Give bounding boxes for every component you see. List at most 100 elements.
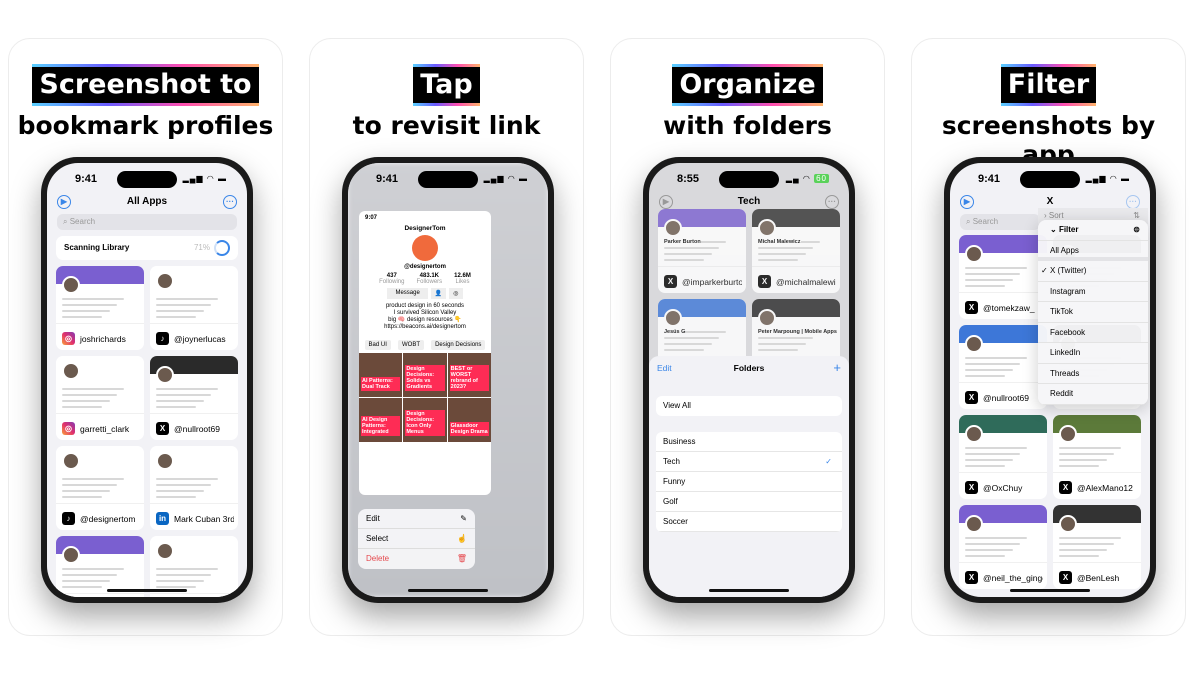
text-line <box>156 496 197 498</box>
edit-button[interactable]: Edit <box>657 356 672 380</box>
screenshot-card[interactable]: ◎ garretti_clark <box>56 356 144 440</box>
text-line <box>62 496 103 498</box>
screenshot-card[interactable] <box>150 536 238 597</box>
screenshot-card[interactable]: X @OxChuy <box>959 415 1047 499</box>
text-line <box>965 375 1006 377</box>
filter-option-label: TikTok <box>1050 307 1073 316</box>
filter-option[interactable]: ✓ X (Twitter) <box>1038 261 1148 282</box>
screenshot-preview[interactable]: 9:07 DesignerTom @designertom 437 Followi… <box>359 211 491 495</box>
screenshot-card[interactable]: in Mark Cuban 3rd <box>150 446 238 530</box>
avatar <box>62 452 80 470</box>
screenshot-card[interactable]: X @AlexMano12 <box>1053 415 1141 499</box>
menu-item-edit[interactable]: Edit ✎ <box>358 509 475 529</box>
progress-ring <box>214 240 230 256</box>
text-line <box>62 478 124 480</box>
handle: @tomekzaw_ <box>983 302 1035 313</box>
text-line <box>758 253 806 255</box>
folder-item[interactable]: Business <box>656 432 842 452</box>
bio-line: product design in 60 seconds <box>385 303 465 309</box>
filter-option[interactable]: Threads <box>1038 364 1148 384</box>
text-line <box>965 267 1027 269</box>
filter-option[interactable]: Reddit <box>1038 384 1148 405</box>
filter-option[interactable]: LinkedIn <box>1038 343 1148 364</box>
panel-folders: Organize with folders 8:55 ▂▄ ◠ 60 ▶ Tech… <box>610 38 885 636</box>
menu-item-delete[interactable]: Delete 🗑 <box>358 549 475 569</box>
status-time: 9:41 <box>978 173 1001 185</box>
filter-option[interactable]: Facebook <box>1038 323 1148 343</box>
screenshot-grid: ◎ joshrichards ♪ @joynerlucas ◎ garretti_clar… <box>56 266 238 597</box>
folder-item[interactable]: Funny <box>656 472 842 492</box>
filter-option[interactable]: Instagram <box>1038 282 1148 302</box>
video-thumbnail[interactable]: Design Decisions: Icon Only Menus <box>403 398 447 442</box>
handle: @AlexMano12 <box>1077 482 1133 493</box>
x-icon: X <box>156 422 169 435</box>
video-thumbnail[interactable]: Design Decisions: Solids vs Gradients <box>403 353 447 397</box>
more-icon[interactable]: ··· <box>825 195 839 209</box>
filter-header[interactable]: ⌄ Filter ⊜ <box>1038 220 1148 241</box>
view-all-button[interactable]: View All <box>656 396 842 416</box>
handle: @BenLesh <box>1077 572 1120 583</box>
x-icon: X <box>758 275 771 288</box>
status-icons: ▂▄▆ ◠ ▬ <box>182 174 227 183</box>
screenshot-card[interactable]: X @nullroot69 <box>150 356 238 440</box>
screenshot-card[interactable]: ◎ joshrichards <box>56 266 144 350</box>
filter-option[interactable]: TikTok <box>1038 302 1148 323</box>
text-line <box>62 310 110 312</box>
screenshot-card[interactable]: Parker Burton X @imparkerburton <box>658 209 746 293</box>
menu-item-select[interactable]: Select ☝ <box>358 529 475 549</box>
nav-title: Tech <box>737 196 761 207</box>
video-thumbnail[interactable]: Glassdoor Design Drama <box>447 398 491 442</box>
status-time: 8:55 <box>677 173 700 185</box>
screenshot-thumbnail <box>959 505 1047 563</box>
screenshot-card[interactable]: X @neil_the_ginger <box>959 505 1047 589</box>
playlist-chip[interactable]: Design Decisions <box>431 340 486 350</box>
x-icon: X <box>965 301 978 314</box>
panel-bookmark-profiles: Screenshot to bookmark profiles 9:41 ▂▄▆… <box>8 38 283 636</box>
search-input[interactable]: ⌕ Search <box>960 214 1040 230</box>
video-thumbnail[interactable]: BEST or WORST rebrand of 2023? <box>447 353 491 397</box>
play-icon[interactable]: ▶ <box>57 195 71 209</box>
filter-option[interactable]: All Apps <box>1038 241 1148 261</box>
avatar <box>62 546 80 564</box>
handle: @neil_the_ginger <box>983 572 1043 583</box>
panel-revisit-link: Tap to revisit link 9:41 ▂▄▆ ◠ ▬ 9:07 De… <box>309 38 584 636</box>
handle: @designertom <box>80 513 136 524</box>
screenshot-thumbnail <box>959 415 1047 473</box>
text-line <box>156 580 204 582</box>
folder-item[interactable]: Tech ✓ <box>656 452 842 472</box>
screenshot-card[interactable]: X @BenLesh <box>1053 505 1141 589</box>
folders-sheet: Edit Folders + View All Business Tech ✓ Fun… <box>649 356 849 597</box>
hand-pointer-icon: ☝ <box>457 534 467 543</box>
play-icon[interactable]: ▶ <box>960 195 974 209</box>
handle: @joynerlucas <box>174 333 226 344</box>
screenshot-card[interactable] <box>56 536 144 597</box>
text-line <box>62 490 110 492</box>
text-line <box>1059 447 1121 449</box>
tiktok-icon: ♪ <box>156 332 169 345</box>
screenshot-card[interactable]: X @tomekzaw_ <box>959 235 1047 319</box>
handle: @OxChuy <box>983 482 1023 493</box>
more-icon[interactable]: ··· <box>1126 195 1140 209</box>
screenshot-thumbnail <box>959 235 1047 293</box>
screenshot-card[interactable]: ♪ @designertom <box>56 446 144 530</box>
folder-item[interactable]: Soccer <box>656 512 842 532</box>
playlist-chip[interactable]: WOBT <box>397 340 424 350</box>
text-line <box>156 316 197 318</box>
play-icon[interactable]: ▶ <box>659 195 673 209</box>
more-icon[interactable]: ··· <box>223 195 237 209</box>
menu-item-label: Edit <box>366 514 380 523</box>
card-label: ◎ garretti_clark <box>62 422 140 435</box>
add-folder-button[interactable]: + <box>833 356 841 380</box>
filter-option-label: Threads <box>1050 368 1080 378</box>
text-line <box>156 484 211 486</box>
folder-item[interactable]: Golf <box>656 492 842 512</box>
playlist-chip[interactable]: Bad UI <box>364 340 391 350</box>
search-input[interactable]: ⌕ Search <box>57 214 237 230</box>
screenshot-card[interactable]: Michal Malewicz X @michalmalewicz <box>752 209 840 293</box>
screenshot-card[interactable]: X @nullroot69 <box>959 325 1047 409</box>
video-thumbnail[interactable]: AI Design Patterns: Integrated <box>359 398 403 442</box>
text-line <box>62 580 110 582</box>
screenshot-thumbnail: Jesús G <box>658 299 746 357</box>
video-thumbnail[interactable]: AI Patterns: Dual Track <box>359 353 403 397</box>
screenshot-card[interactable]: ♪ @joynerlucas <box>150 266 238 350</box>
